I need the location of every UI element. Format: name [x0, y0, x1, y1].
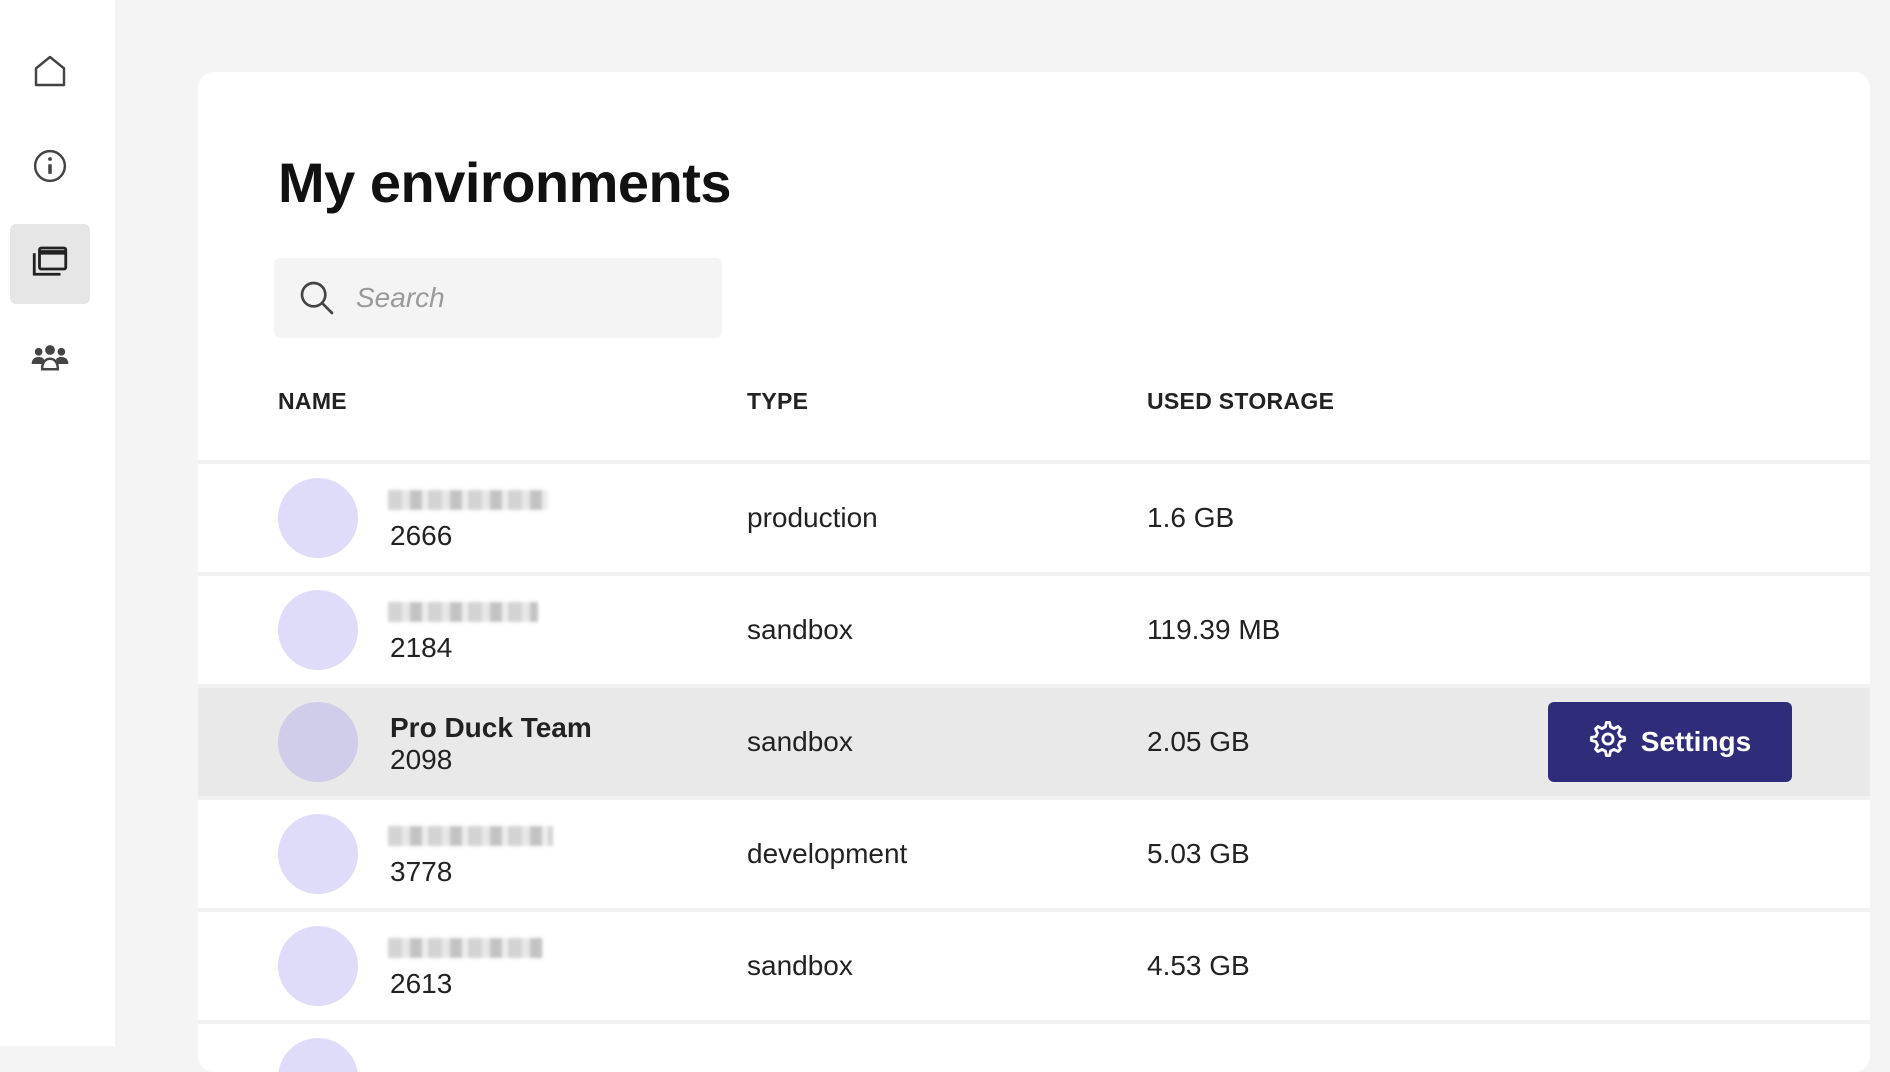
table-row[interactable]: 2666 production 1.6 GB [198, 464, 1870, 572]
redacted-name [388, 938, 543, 958]
avatar [278, 702, 358, 782]
page-title: My environments [278, 151, 732, 214]
environment-id: 2184 [390, 632, 453, 663]
environment-id: 2098 [390, 744, 453, 775]
column-header-used-storage[interactable]: USED STORAGE [1147, 388, 1334, 415]
environment-type: sandbox [747, 950, 853, 981]
table-row[interactable]: 3778 development 5.03 GB [198, 800, 1870, 908]
row-divider [198, 1020, 1870, 1024]
environment-type: sandbox [747, 726, 853, 757]
settings-button[interactable]: Settings [1548, 702, 1792, 782]
used-storage: 1.6 GB [1147, 502, 1235, 533]
column-header-name[interactable]: NAME [278, 388, 347, 415]
redacted-name [388, 490, 548, 510]
environment-type: development [747, 838, 908, 869]
environment-id: 3778 [390, 856, 453, 887]
environment-id: 2666 [390, 520, 453, 551]
sidebar-item-team[interactable] [10, 319, 90, 399]
environments-card: My environments NAME TYPE USED STORAGE 2… [198, 72, 1870, 1072]
sidebar [0, 0, 115, 1046]
environment-id: 2613 [390, 968, 453, 999]
search-input[interactable] [354, 281, 698, 315]
table-row[interactable]: 2184 sandbox 119.39 MB [198, 576, 1870, 684]
search-icon [296, 277, 338, 319]
environment-name: Pro Duck Team [390, 712, 592, 743]
environment-type: production [747, 502, 878, 533]
table-row[interactable]: 2613 sandbox 4.53 GB [198, 912, 1870, 1020]
table-row-hovered[interactable]: Pro Duck Team 2098 sandbox 2.05 GB Setti… [198, 688, 1870, 796]
settings-label: Settings [1640, 726, 1752, 757]
avatar [278, 926, 358, 1006]
info-icon [29, 145, 71, 192]
column-header-type[interactable]: TYPE [747, 388, 808, 415]
redacted-name [388, 602, 538, 622]
avatar [278, 1038, 358, 1072]
used-storage: 119.39 MB [1147, 614, 1281, 645]
home-icon [29, 50, 71, 97]
avatar [278, 814, 358, 894]
avatar [278, 478, 358, 558]
redacted-name [388, 826, 553, 846]
avatar [278, 590, 358, 670]
environments-icon [29, 241, 71, 288]
team-icon [29, 336, 71, 383]
search-box[interactable] [274, 258, 722, 338]
sidebar-item-info[interactable] [10, 128, 90, 208]
sidebar-item-environments[interactable] [10, 224, 90, 304]
used-storage: 4.53 GB [1147, 950, 1250, 981]
used-storage: 5.03 GB [1147, 838, 1250, 869]
used-storage: 2.05 GB [1147, 726, 1250, 757]
environment-type: sandbox [747, 614, 853, 645]
sidebar-item-home[interactable] [10, 33, 90, 113]
gear-icon [1589, 720, 1627, 765]
